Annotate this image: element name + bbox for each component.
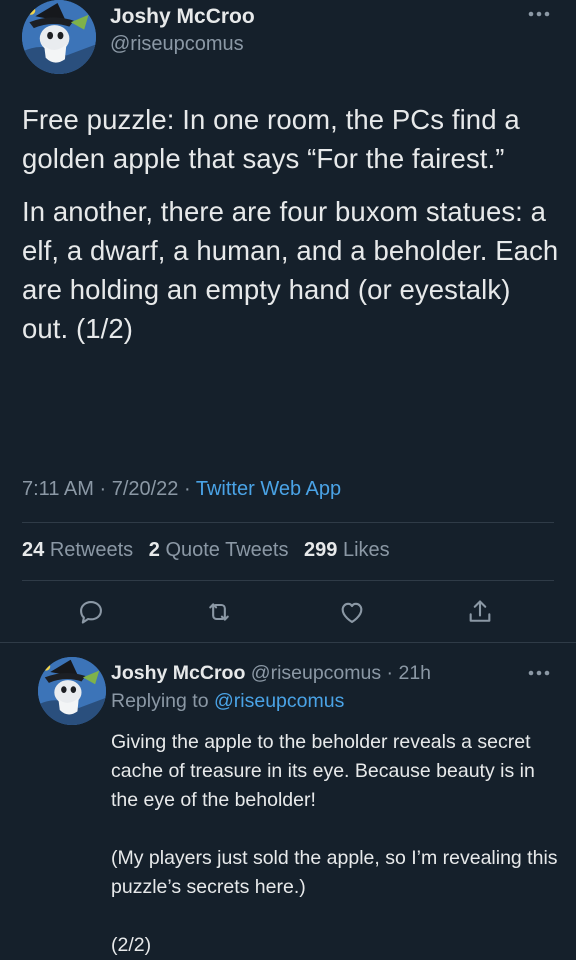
reply-header: Joshy McCroo @riseupcomus · 21h [111,662,431,685]
reply-icon[interactable] [77,598,105,626]
divider [22,522,554,523]
author-handle[interactable]: @riseupcomus [110,33,244,56]
likes-stat[interactable]: 299 Likes [304,539,390,561]
retweets-stat[interactable]: 24 Retweets [22,539,133,561]
tweet-age[interactable]: 21h [398,662,431,684]
tweet-thread-screen: Joshy McCroo @riseupcomus Free puzzle: I… [0,0,576,960]
quotes-count: 2 [148,539,160,561]
divider [0,642,576,643]
quote-tweets-stat[interactable]: 2 Quote Tweets [149,539,289,561]
author-name[interactable]: Joshy McCroo [110,5,255,29]
retweets-count: 24 [22,539,45,561]
more-dots-icon[interactable] [526,667,552,679]
meta-separator: · [184,478,191,500]
likes-count: 299 [304,539,338,561]
tweet-timestamp: 7:11 AM · 7/20/22 · Twitter Web App [22,478,341,501]
retweets-label: Retweets [49,539,134,561]
retweet-icon[interactable] [205,598,233,626]
avatar-wizard-image [38,657,106,725]
meta-separator: · [386,662,394,684]
tweet-paragraph: Free puzzle: In one room, the PCs find a… [22,104,520,174]
tweet-stats: 24 Retweets 2 Quote Tweets 299 Likes [22,539,400,562]
like-icon[interactable] [338,598,366,626]
likes-label: Likes [342,539,390,561]
replying-mention[interactable]: @riseupcomus [214,690,344,712]
replying-label: Replying to [111,690,209,712]
meta-separator: · [99,478,107,500]
tweet-text: Free puzzle: In one room, the PCs find a… [22,100,562,348]
tweet-time[interactable]: 7:11 AM [22,478,94,500]
tweet-text: Giving the apple to the beholder reveals… [111,728,561,960]
author-avatar[interactable] [38,657,106,725]
tweet-paragraph: Giving the apple to the beholder reveals… [111,731,535,811]
quotes-label: Quote Tweets [165,539,289,561]
tweet-paragraph: (My players just sold the apple, so I’m … [111,847,558,898]
replying-to: Replying to @riseupcomus [111,690,344,713]
divider [22,580,554,581]
tweet-actions-bar [0,598,576,628]
author-name[interactable]: Joshy McCroo [111,662,245,684]
tweet-date[interactable]: 7/20/22 [112,478,179,500]
more-dots-icon[interactable] [526,8,552,20]
tweet-paragraph: In another, there are four buxom statues… [22,196,559,344]
avatar-wizard-image [22,0,96,74]
share-icon[interactable] [466,598,494,626]
author-avatar[interactable] [22,0,96,74]
tweet-source-app[interactable]: Twitter Web App [196,478,341,500]
tweet-paragraph: (2/2) [111,934,152,956]
author-handle[interactable]: @riseupcomus [251,662,381,684]
